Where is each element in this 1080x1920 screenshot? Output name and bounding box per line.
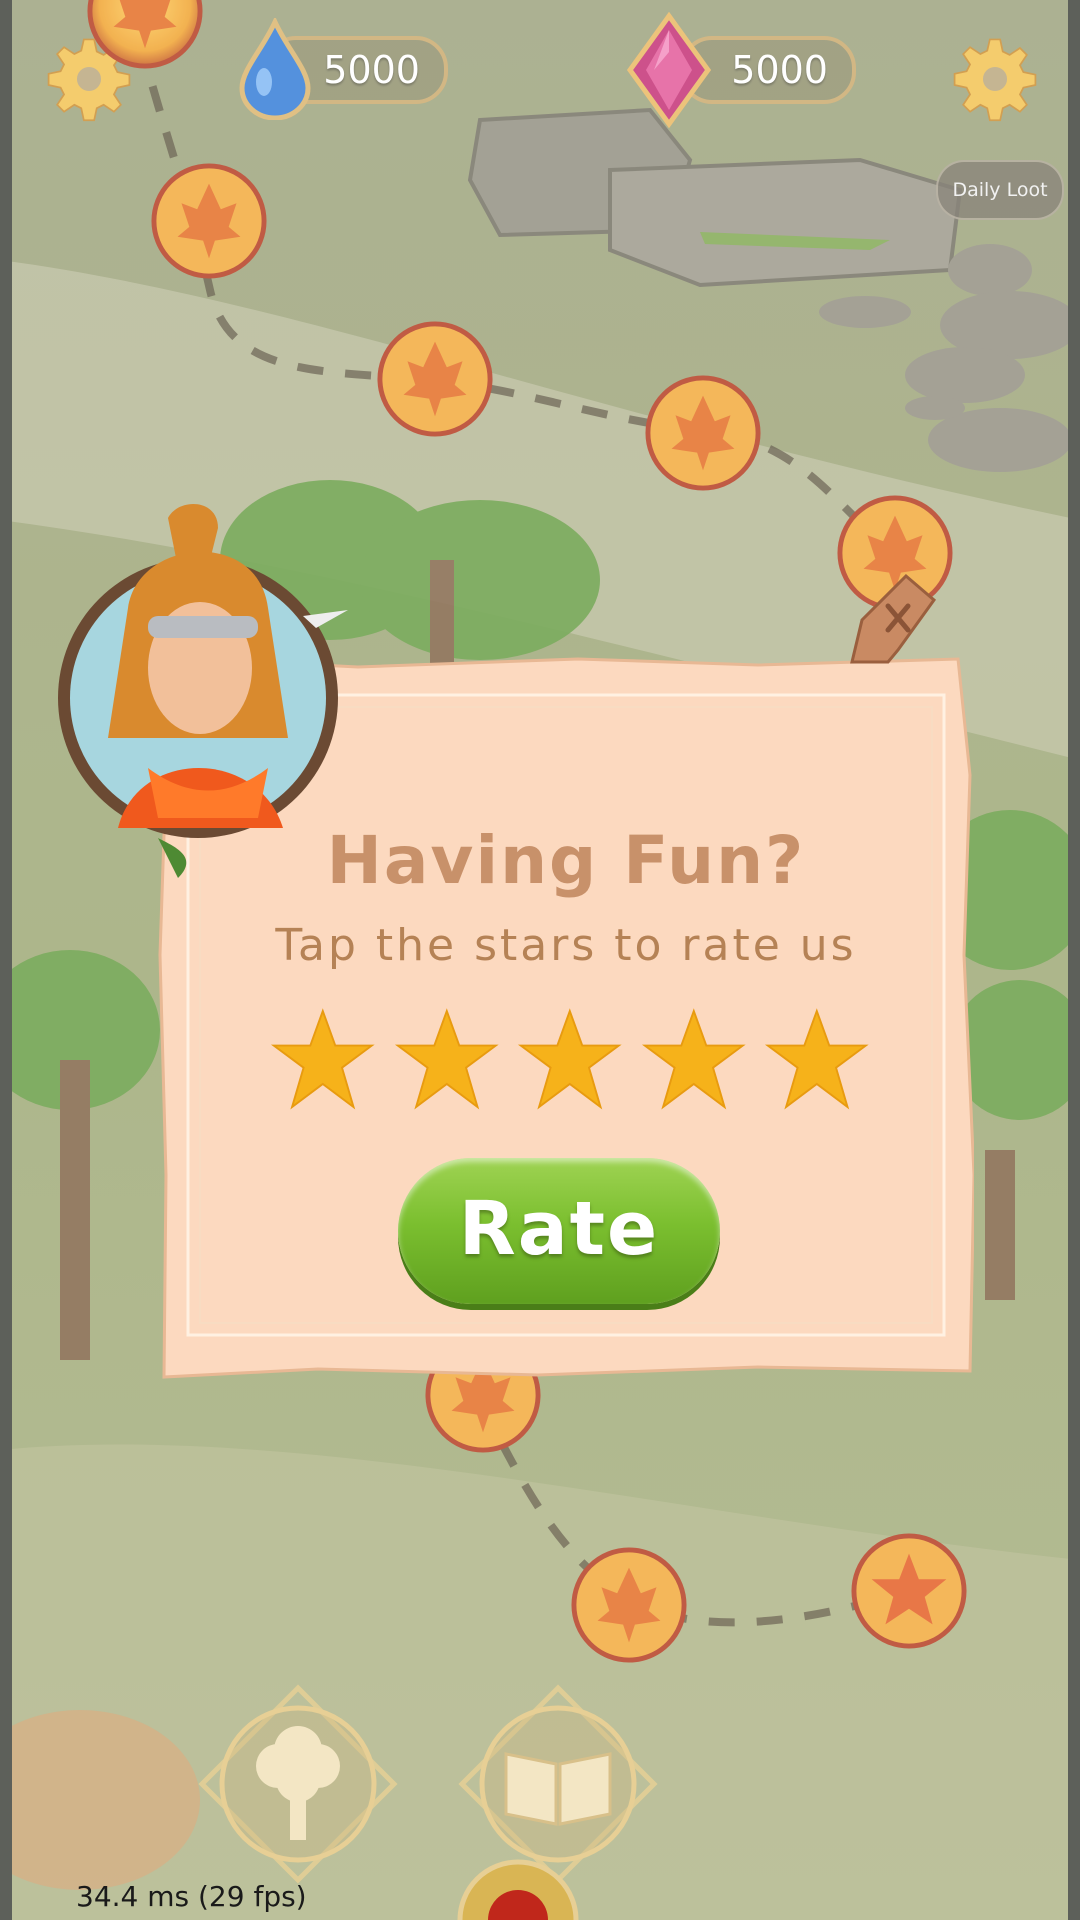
rating-stars xyxy=(270,1005,870,1125)
rating-star-4[interactable] xyxy=(641,1005,747,1115)
book-icon[interactable] xyxy=(458,1684,658,1884)
rating-star-2[interactable] xyxy=(394,1005,500,1115)
debug-fps-counter: 34.4 ms (29 fps) xyxy=(76,1880,307,1913)
rating-star-5[interactable] xyxy=(764,1005,870,1115)
close-icon[interactable] xyxy=(848,570,938,666)
rate-button[interactable]: Rate xyxy=(398,1158,720,1304)
center-nav-button[interactable] xyxy=(456,1858,580,1920)
rating-star-3[interactable] xyxy=(517,1005,623,1115)
rating-star-1[interactable] xyxy=(270,1005,376,1115)
character-portrait xyxy=(58,504,348,878)
dialog-subtitle: Tap the stars to rate us xyxy=(275,920,857,971)
tree-icon[interactable] xyxy=(198,1684,398,1884)
